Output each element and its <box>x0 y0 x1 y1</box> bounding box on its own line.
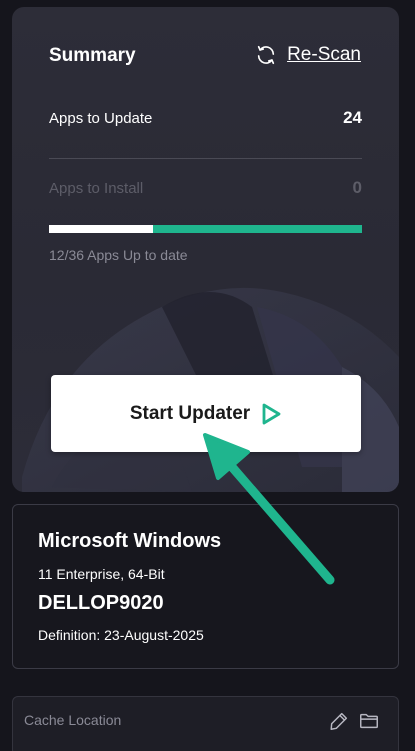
os-edition: 11 Enterprise, 64-Bit <box>38 566 165 582</box>
apps-to-install-count: 0 <box>352 178 362 197</box>
play-icon <box>262 403 281 424</box>
progress-caption: 12/36 Apps Up to date <box>49 247 188 263</box>
start-updater-label: Start Updater <box>129 402 251 424</box>
progress-fill <box>49 225 154 233</box>
apps-to-install-row: Apps to Install 0 <box>49 178 362 198</box>
refresh-icon <box>257 45 275 65</box>
definition-date: Definition: 23-August-2025 <box>38 627 204 643</box>
cache-location-card: Cache Location <box>12 696 399 751</box>
system-info-card: Microsoft Windows 11 Enterprise, 64-Bit … <box>12 504 399 669</box>
rescan-label[interactable]: Re-Scan <box>287 44 361 66</box>
cache-location-label: Cache Location <box>24 712 122 728</box>
summary-title: Summary <box>49 45 136 66</box>
start-updater-button[interactable]: Start Updater <box>51 375 361 452</box>
rescan-link[interactable]: Re-Scan <box>255 44 361 66</box>
divider <box>49 158 362 159</box>
apps-to-install-label: Apps to Install <box>49 179 144 197</box>
edit-icon[interactable] <box>328 710 350 732</box>
os-name: Microsoft Windows <box>38 530 222 552</box>
pc-name: DELLOP9020 <box>38 592 164 614</box>
folder-icon[interactable] <box>358 710 380 732</box>
apps-to-update-count: 24 <box>343 108 362 127</box>
summary-card: Summary Re-Scan Apps to Update 24 Apps t… <box>12 7 399 492</box>
apps-to-update-label: Apps to Update <box>49 109 153 127</box>
update-progress-bar <box>49 225 362 233</box>
apps-to-update-row: Apps to Update 24 <box>49 108 362 128</box>
